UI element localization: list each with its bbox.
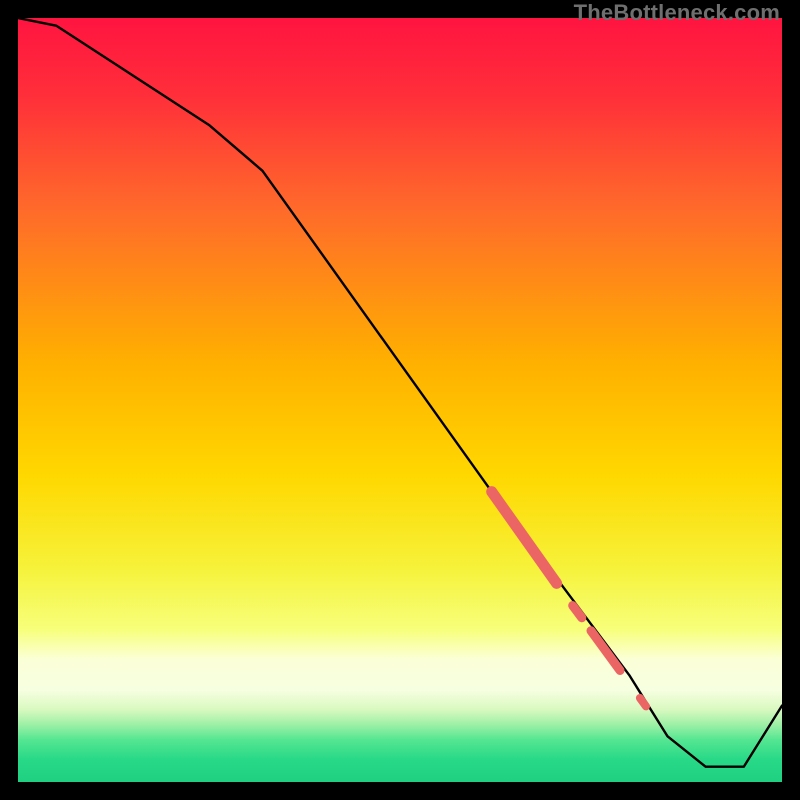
marker-dot-2 (640, 698, 646, 706)
watermark-text: TheBottleneck.com (574, 0, 780, 26)
bottleneck-chart (18, 18, 782, 782)
chart-frame (18, 18, 782, 782)
gradient-background (18, 18, 782, 782)
